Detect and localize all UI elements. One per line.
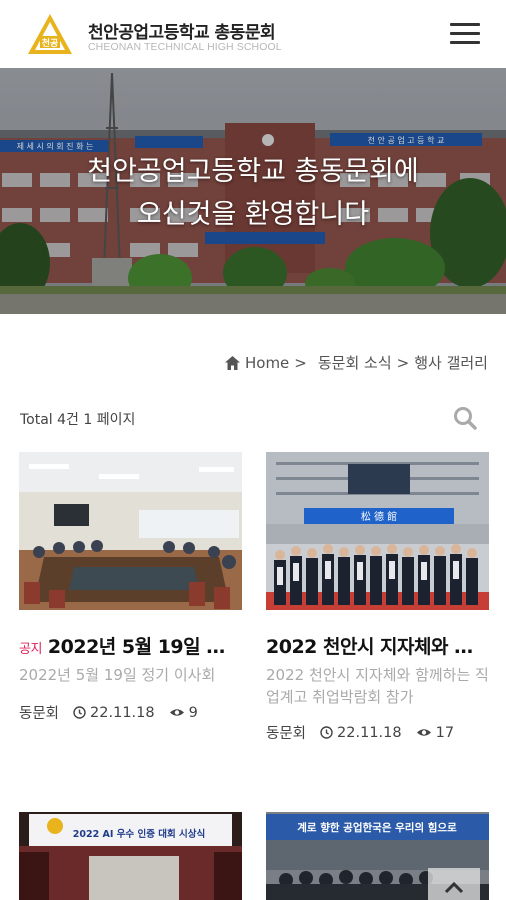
home-icon	[224, 355, 240, 370]
hero-title-line1: 천안공업고등학교 총동문회에	[87, 156, 419, 187]
brand-name-english: CHEONAN TECHNICAL HIGH SCHOOL	[88, 41, 282, 53]
card-description: 2022년 5월 19일 정기 이사회	[19, 666, 216, 684]
notice-badge: 공지	[19, 642, 42, 657]
hero-title: 천안공업고등학교 총동문회에 오신것을 환영합니다	[0, 150, 506, 236]
clock-icon	[320, 726, 333, 739]
card-thumbnail[interactable]: 2022 AI 우수 인증 대회 시상식	[19, 812, 242, 900]
photo-banner-text: 2022 AI 우수 인증 대회 시상식	[73, 828, 206, 840]
gallery-card[interactable]: 공지 2022년 5월 19일 정기 이사회 2022년 5월 19일 정기 이사…	[19, 452, 242, 732]
card-thumbnail[interactable]: 松 德 館	[266, 452, 489, 610]
hero-banner: 제 세 시 의 회 진 화 는 천 안 공 업 고 등 학 교 천안공업고등학교…	[0, 68, 506, 314]
breadcrumb: Home > 동문회 소식 > 행사 갤러리	[224, 352, 488, 373]
card-thumbnail[interactable]	[19, 452, 242, 610]
card-views: 17	[435, 724, 455, 741]
card-author: 동문회	[266, 726, 307, 742]
breadcrumb-home[interactable]: Home	[245, 354, 289, 372]
total-count: Total 4건 1 페이지	[20, 412, 136, 428]
brand-name-korean[interactable]: 천안공업고등학교 총동문회	[88, 18, 276, 43]
site-header: 천공 천안공업고등학교 총동문회 CHEONAN TECHNICAL HIGH …	[0, 0, 506, 68]
eye-icon	[169, 709, 184, 716]
card-description: 2022 천안시 지자체와 함께하는 직업계고 취업박람회 참가	[266, 666, 489, 706]
photo-banner-text: 계로 향한 공업한국은 우리의 힘으로	[297, 821, 457, 834]
card-date: 22.11.18	[90, 704, 155, 721]
card-title[interactable]: 2022 천안시 지자체와 함께하는	[266, 632, 489, 659]
card-author: 동문회	[19, 706, 60, 722]
scroll-top-button[interactable]	[428, 868, 480, 900]
gallery-card[interactable]: 2022 AI 우수 인증 대회 시상식	[19, 812, 242, 900]
breadcrumb-section[interactable]: 동문회 소식	[318, 352, 392, 373]
card-views: 9	[188, 704, 198, 721]
hero-title-line2: 오신것을 환영합니다	[136, 199, 370, 230]
logo-text: 천공	[42, 38, 59, 49]
card-meta: 동문회 22.11.18 17	[266, 722, 454, 743]
card-title-text: 2022년 5월 19일 정기 이사회	[47, 636, 242, 658]
breadcrumb-current: 행사 갤러리	[414, 354, 488, 372]
card-date: 22.11.18	[337, 724, 402, 741]
card-title[interactable]: 공지 2022년 5월 19일 정기 이사회	[19, 632, 242, 659]
menu-icon[interactable]	[450, 21, 480, 45]
breadcrumb-separator: >	[396, 353, 410, 372]
card-meta: 동문회 22.11.18 9	[19, 702, 198, 723]
chevron-up-icon	[444, 881, 464, 894]
hall-sign: 松 德 館	[361, 510, 397, 523]
school-logo[interactable]: 천공	[26, 12, 74, 56]
breadcrumb-separator: >	[294, 353, 307, 372]
search-icon[interactable]	[452, 405, 478, 431]
gallery-card[interactable]: 松 德 館 2022 천안시 지자체와 함께하는 2022 천안시 지자체와 함…	[266, 452, 489, 752]
clock-icon	[73, 706, 86, 719]
eye-icon	[416, 729, 431, 736]
